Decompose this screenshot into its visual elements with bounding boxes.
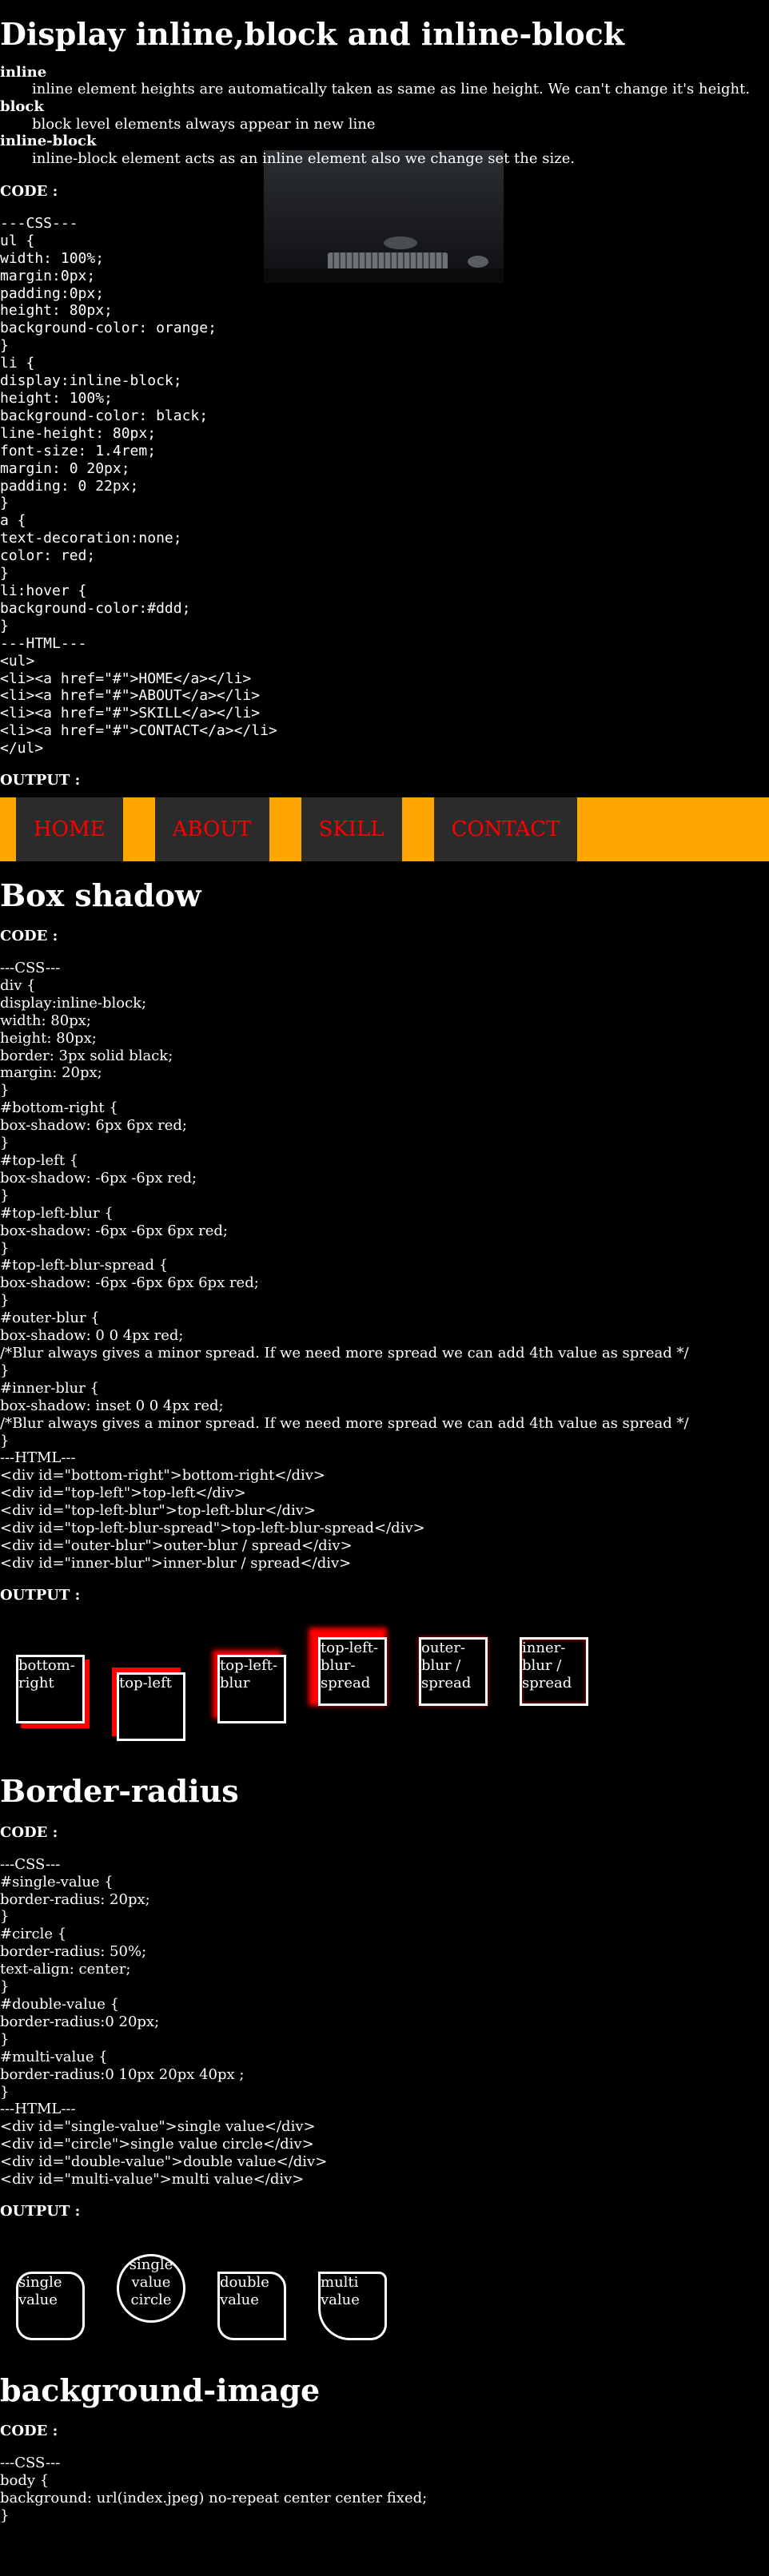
code-block: ---CSS--- #single-value { border-radius:… (0, 1855, 328, 2188)
radius-box-single-value: single value (16, 2271, 85, 2340)
code-label: CODE : (0, 1824, 58, 1842)
radius-demo-boxes: single value single value circle double va… (0, 2228, 769, 2356)
desc-inline: inline element heights are automatically… (32, 81, 751, 98)
desc-block: block level elements always appear in ne… (32, 115, 376, 133)
shadow-box-outer-blur: outer-blur / spread (419, 1637, 488, 1707)
code-block: ---CSS--- div { display:inline-block; wi… (0, 960, 689, 1572)
nav-item-contact[interactable]: CONTACT (433, 797, 578, 861)
code-label: CODE : (0, 183, 58, 201)
radius-box-circle: single value circle (117, 2253, 185, 2323)
border-radius-title: Border-radius (0, 1773, 239, 1810)
nav-link-contact[interactable]: CONTACT (452, 817, 560, 841)
radius-box-multi-value: multi value (318, 2271, 387, 2340)
term-block: block (0, 97, 44, 115)
nav-link-about[interactable]: ABOUT (173, 817, 252, 841)
shadow-demo-boxes: bottom-right top-left top-left-blur top-lef… (0, 1612, 769, 1757)
desc-inline-block: inline-block element acts as an inline e… (32, 149, 576, 167)
nav-link-home[interactable]: HOME (34, 817, 106, 841)
radius-box-double-value: double value (217, 2271, 286, 2340)
code-block: ---CSS--- ul { width: 100%; margin:0px; … (0, 214, 277, 757)
output-label: OUTPUT : (0, 772, 81, 789)
code-block: ---CSS--- body { background: url(index.j… (0, 2454, 428, 2524)
shadow-box-inner-blur: inner-blur / spread (520, 1637, 588, 1707)
display-title: Display inline,block and inline-block (0, 16, 625, 52)
border-radius-section: Border-radius CODE : ---CSS--- #single-v… (0, 1775, 769, 2355)
shadow-box-top-left: top-left (117, 1672, 185, 1742)
definition-list: inline inline element heights are automa… (0, 64, 769, 168)
output-label: OUTPUT : (0, 1586, 81, 1604)
background-image-title: background-image (0, 2371, 321, 2408)
display-section: Display inline,block and inline-block in… (0, 18, 769, 861)
box-shadow-section: Box shadow CODE : ---CSS--- div { displa… (0, 877, 769, 1758)
nav-item-about[interactable]: ABOUT (154, 797, 269, 861)
nav-link-skill[interactable]: SKILL (319, 817, 384, 841)
page-content: Display inline,block and inline-block in… (0, 18, 769, 2525)
shadow-box-top-left-blur-spread: top-left-blur-spread (318, 1637, 387, 1707)
shadow-box-bottom-right: bottom-right (16, 1655, 85, 1724)
term-inline-block: inline-block (0, 133, 97, 150)
box-shadow-title: Box shadow (0, 877, 201, 913)
output-label: OUTPUT : (0, 2202, 81, 2220)
shadow-box-top-left-blur: top-left-blur (217, 1655, 286, 1724)
code-label: CODE : (0, 2423, 58, 2440)
demo-nav-bar: HOME ABOUT SKILL CONTACT (0, 797, 769, 861)
background-image-section: background-image CODE : ---CSS--- body {… (0, 2371, 769, 2525)
nav-item-skill[interactable]: SKILL (301, 797, 402, 861)
code-label: CODE : (0, 928, 58, 945)
term-inline: inline (0, 63, 47, 81)
nav-item-home[interactable]: HOME (16, 797, 123, 861)
